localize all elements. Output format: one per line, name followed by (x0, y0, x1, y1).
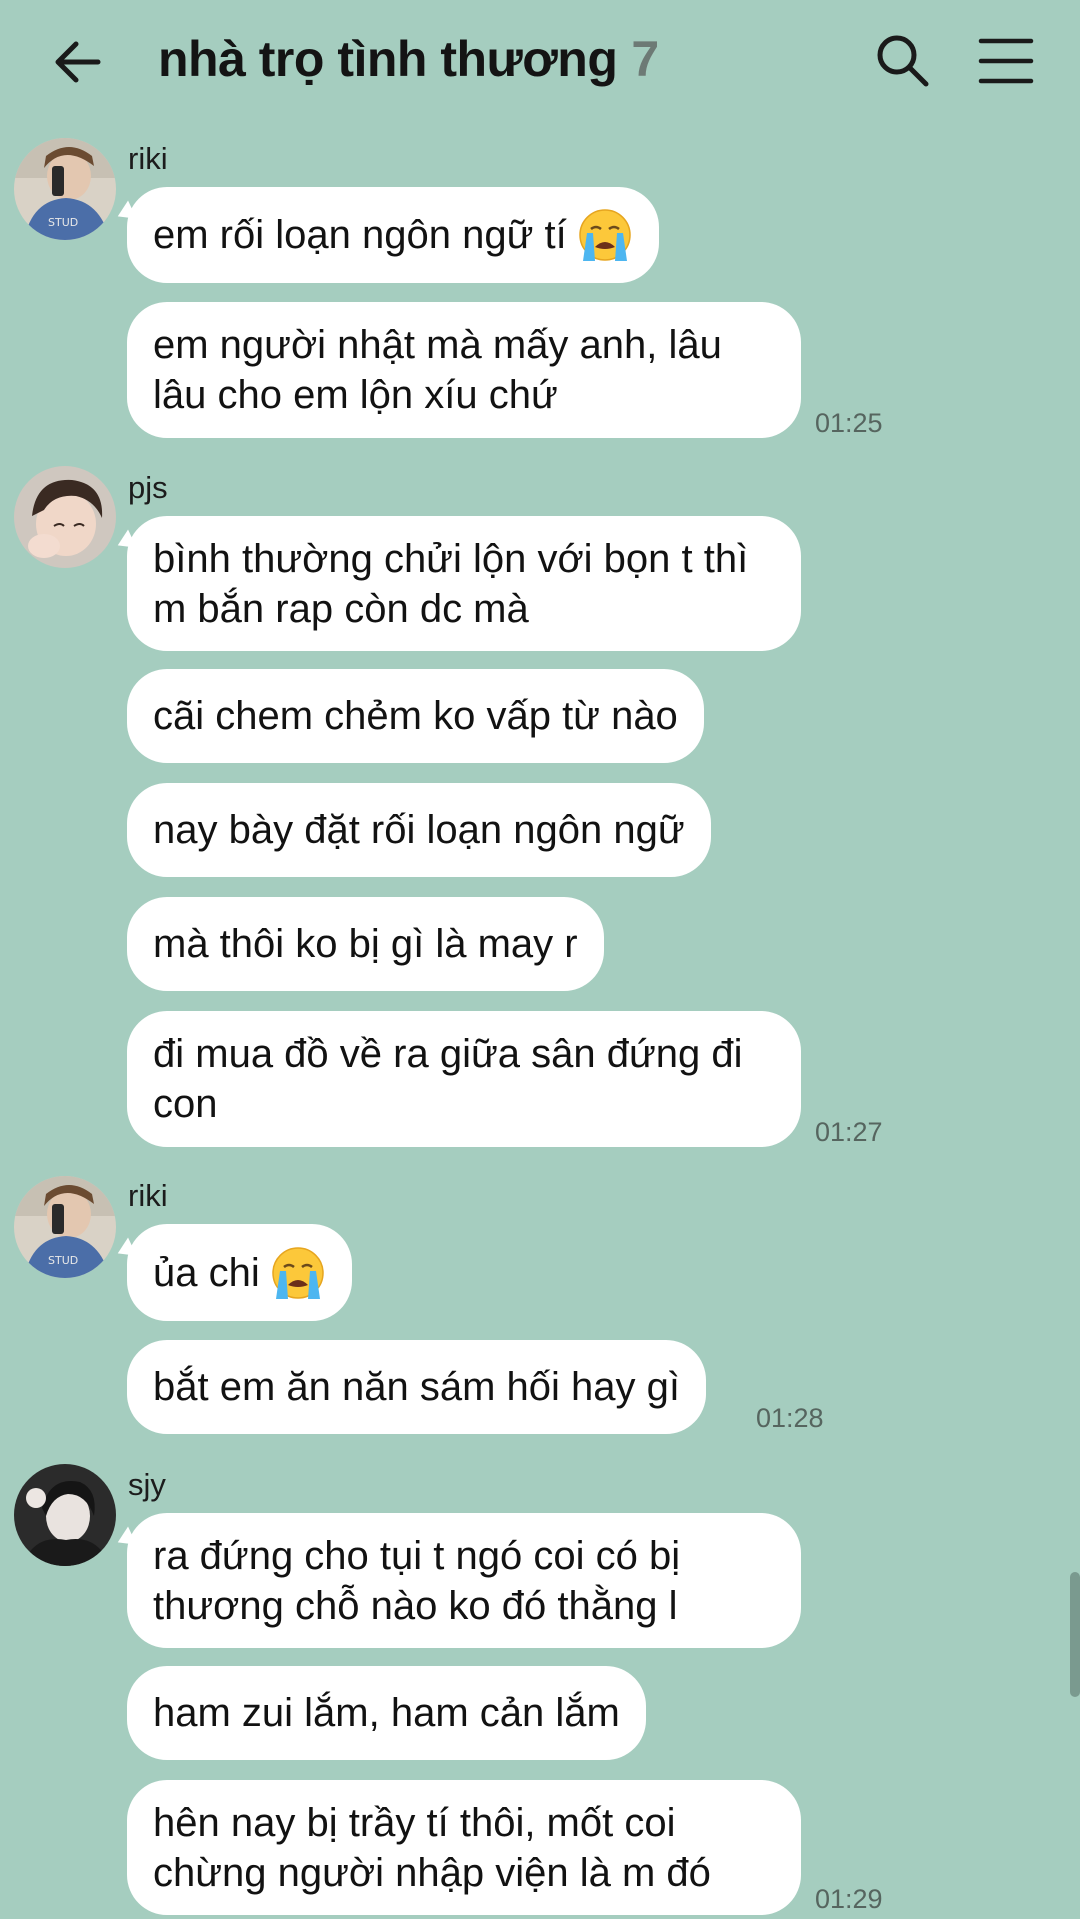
avatar-riki[interactable]: STUD (14, 138, 116, 240)
message-bubble[interactable]: bắt em ăn năn sám hối hay gì (127, 1340, 706, 1434)
message-text: ra đứng cho tụi t ngó coi có bị thương c… (153, 1533, 681, 1628)
group-name: nhà trọ tình thương (158, 31, 618, 87)
message-text: ham zui lắm, ham cản lắm (153, 1691, 620, 1735)
message-text: bắt em ăn năn sám hối hay gì (153, 1365, 680, 1409)
svg-text:STUD: STUD (48, 1254, 78, 1267)
chat-title: nhà trọ tình thương 7 (158, 30, 659, 88)
scrollbar[interactable] (1070, 1572, 1080, 1697)
sender-name: riki (128, 1178, 168, 1213)
message-bubble[interactable]: mà thôi ko bị gì là may r (127, 897, 604, 991)
message-bubble[interactable]: đi mua đồ về ra giữa sân đứng đi con (127, 1011, 801, 1147)
crying-emoji-icon (272, 1246, 324, 1299)
message-bubble[interactable]: em rối loạn ngôn ngữ tí (127, 187, 659, 283)
message-time: 01:27 (815, 1117, 883, 1147)
search-icon[interactable] (874, 32, 930, 88)
message-time: 01:29 (815, 1884, 883, 1914)
sender-name: riki (128, 141, 168, 176)
message-text: cãi chem chẻm ko vấp từ nào (153, 694, 678, 738)
chat-screen: nhà trọ tình thương 7 STUD riki em rối lo… (0, 0, 1080, 1919)
loudly-crying-emoji-icon (578, 209, 631, 261)
message-text: em rối loạn ngôn ngữ tí (153, 213, 567, 257)
message-text: bình thường chửi lộn với bọn t thì m bắn… (153, 536, 749, 631)
message-text: em người nhật mà mấy anh, lâu lâu cho em… (153, 323, 722, 417)
avatar-pjs[interactable] (14, 466, 116, 568)
message-bubble[interactable]: nay bày đặt rối loạn ngôn ngữ (127, 783, 711, 877)
message-text: mà thôi ko bị gì là may r (153, 922, 578, 966)
message-text: hên nay bị trầy tí thôi, mốt coi chừng n… (153, 1800, 711, 1895)
message-bubble[interactable]: ra đứng cho tụi t ngó coi có bị thương c… (127, 1513, 801, 1648)
arrow-left-icon[interactable] (48, 32, 108, 92)
message-bubble[interactable]: cãi chem chẻm ko vấp từ nào (127, 669, 704, 763)
avatar-riki[interactable]: STUD (14, 1176, 116, 1278)
chat-header: nhà trọ tình thương 7 (0, 0, 1080, 125)
message-text: ủa chi (153, 1250, 260, 1295)
message-text: đi mua đồ về ra giữa sân đứng đi con (153, 1032, 743, 1126)
avatar-sjy[interactable] (14, 1464, 116, 1566)
message-time: 01:28 (756, 1403, 824, 1433)
sender-name: pjs (128, 470, 168, 505)
svg-text:STUD: STUD (48, 216, 78, 229)
message-bubble[interactable]: em người nhật mà mấy anh, lâu lâu cho em… (127, 302, 801, 438)
message-bubble[interactable]: ủa chi (127, 1224, 352, 1321)
message-bubble[interactable]: ham zui lắm, ham cản lắm (127, 1666, 646, 1760)
message-text: nay bày đặt rối loạn ngôn ngữ (153, 808, 685, 852)
sender-name: sjy (128, 1467, 166, 1502)
message-bubble[interactable]: hên nay bị trầy tí thôi, mốt coi chừng n… (127, 1780, 801, 1915)
hamburger-menu-icon[interactable] (978, 36, 1034, 86)
member-count: 7 (631, 31, 659, 87)
message-time: 01:25 (815, 408, 883, 438)
message-bubble[interactable]: bình thường chửi lộn với bọn t thì m bắn… (127, 516, 801, 651)
